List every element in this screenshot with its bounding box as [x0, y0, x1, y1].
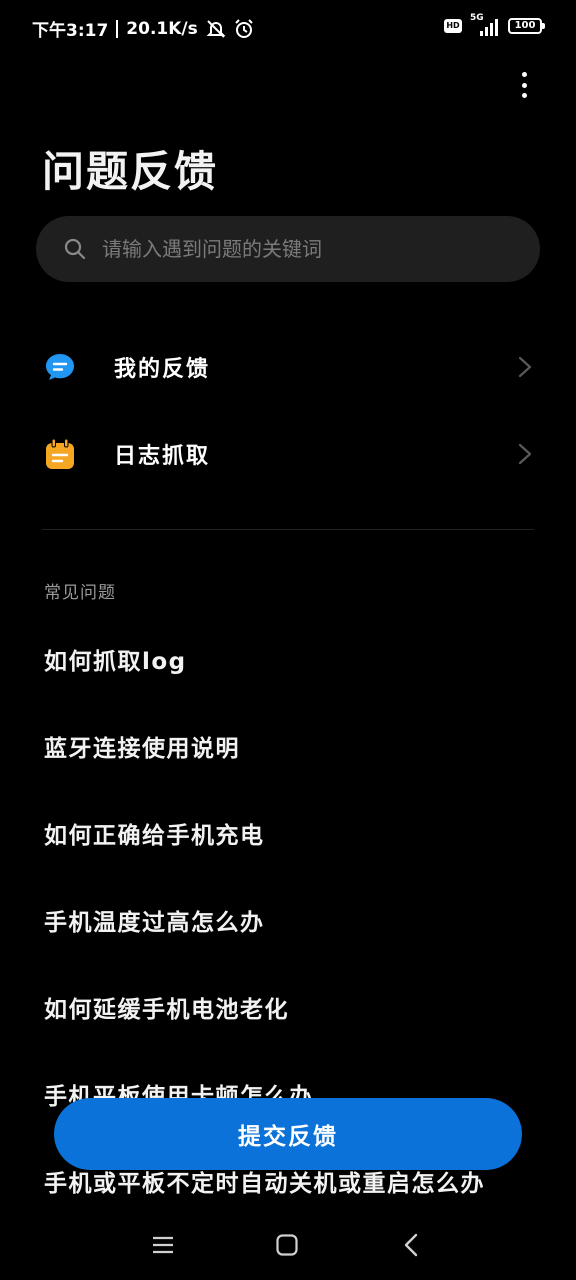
menu-item-my-feedback[interactable]: 我的反馈 — [0, 327, 576, 407]
faq-item[interactable]: 手机温度过高怎么办 — [44, 903, 265, 937]
network-type: 5G — [470, 13, 484, 23]
faq-item[interactable]: 蓝牙连接使用说明 — [44, 729, 240, 763]
battery-level: 100 — [514, 20, 536, 31]
status-bar: 下午3:17 20.1K/s HD 5G 100 — [0, 0, 576, 56]
submit-feedback-button[interactable]: 提交反馈 — [54, 1098, 522, 1170]
alarm-icon — [234, 18, 254, 39]
status-net-speed: 20.1K/s — [126, 18, 198, 39]
page-title: 问题反馈 — [42, 147, 219, 196]
status-right: HD 5G 100 — [444, 13, 545, 36]
status-time: 下午3:17 — [32, 21, 109, 41]
battery-icon: 100 — [508, 18, 545, 34]
search-input[interactable] — [102, 237, 482, 261]
home-icon[interactable] — [272, 1230, 302, 1260]
faq-item[interactable]: 如何正确给手机充电 — [44, 816, 265, 850]
back-icon[interactable] — [396, 1230, 426, 1260]
calendar-log-icon — [44, 438, 76, 470]
signal-icon: 5G — [470, 13, 500, 36]
menu-item-label: 日志抓取 — [114, 444, 211, 469]
hd-badge: HD — [444, 19, 462, 33]
divider — [42, 529, 534, 530]
chevron-right-icon — [518, 443, 532, 465]
feedback-screen: 下午3:17 20.1K/s HD 5G 100 问题反馈 请输入遇到问题的关键… — [0, 0, 576, 1280]
search-icon — [64, 238, 86, 260]
faq-item[interactable]: 如何延缓手机电池老化 — [44, 990, 289, 1024]
system-nav-bar — [0, 1210, 576, 1280]
menu-item-log-capture[interactable]: 日志抓取 — [0, 414, 576, 494]
menu-item-label: 我的反馈 — [114, 357, 211, 382]
faq-item[interactable]: 如何抓取log — [44, 642, 187, 676]
search-bar[interactable] — [36, 216, 540, 282]
chat-bubble-icon — [44, 351, 76, 383]
faq-section-title: 常见问题 — [44, 583, 116, 603]
menu-icon[interactable] — [148, 1230, 178, 1260]
mute-icon — [206, 19, 226, 39]
chevron-right-icon — [518, 356, 532, 378]
status-separator — [116, 19, 119, 38]
more-options-icon[interactable] — [512, 70, 536, 100]
status-left: 下午3:17 20.1K/s — [32, 16, 254, 41]
